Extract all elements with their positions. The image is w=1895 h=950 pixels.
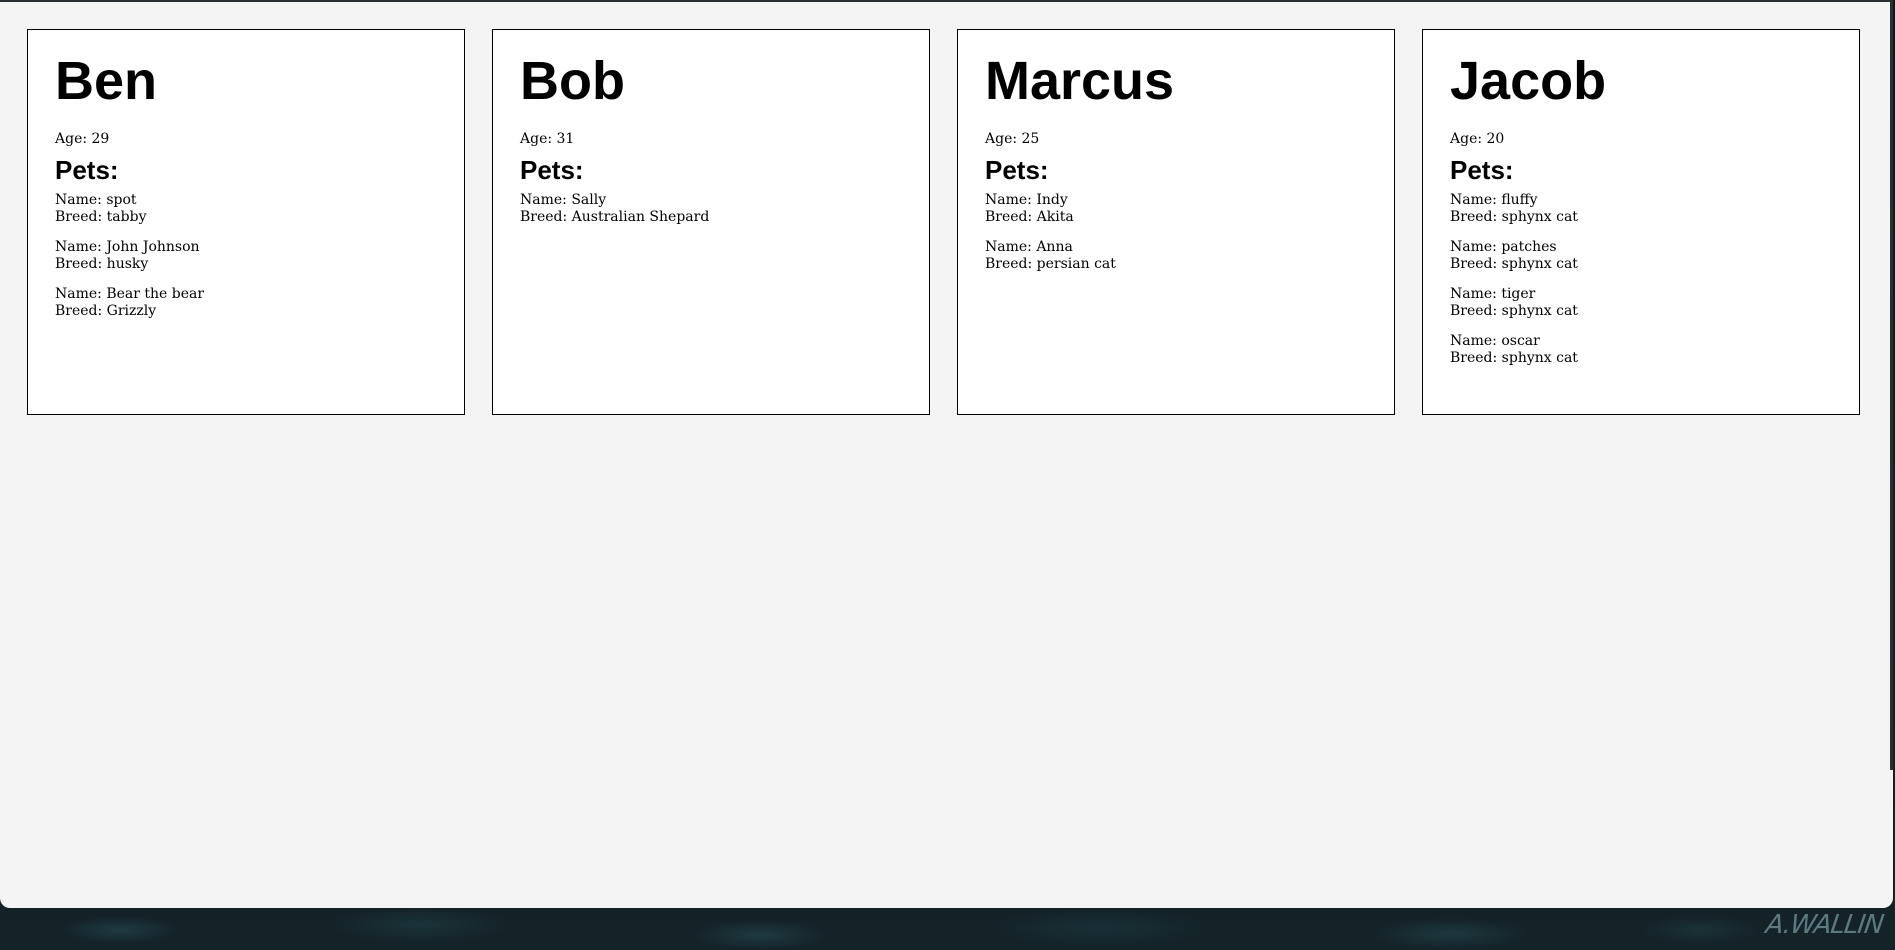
- pet-entry: Name: Bear the bear Breed: Grizzly: [55, 286, 437, 320]
- pet-entry: Name: patches Breed: sphynx cat: [1450, 239, 1832, 273]
- pet-list: Name: spot Breed: tabby Name: John Johns…: [55, 192, 437, 320]
- person-age: Age: 31: [520, 131, 575, 147]
- pet-name: Name: patches: [1450, 239, 1557, 255]
- person-name: Ben: [55, 51, 158, 111]
- pets-heading: Pets:: [1450, 155, 1514, 185]
- person-age: Age: 20: [1450, 131, 1505, 147]
- pet-name: Name: spot: [55, 192, 137, 208]
- pet-entry: Name: fluffy Breed: sphynx cat: [1450, 192, 1832, 226]
- pet-breed: Breed: Australian Shepard: [520, 209, 710, 225]
- pet-entry: Name: John Johnson Breed: husky: [55, 239, 437, 273]
- person-card-bob: Bob Age: 31 Pets: Name: Sally Breed: Aus…: [492, 29, 930, 415]
- pet-breed: Breed: husky: [55, 256, 149, 272]
- pet-breed: Breed: Akita: [985, 209, 1074, 225]
- pet-list: Name: fluffy Breed: sphynx cat Name: pat…: [1450, 192, 1832, 367]
- person-card-marcus: Marcus Age: 25 Pets: Name: Indy Breed: A…: [957, 29, 1395, 415]
- person-age: Age: 29: [55, 131, 110, 147]
- pet-entry: Name: spot Breed: tabby: [55, 192, 437, 226]
- person-card-ben: Ben Age: 29 Pets: Name: spot Breed: tabb…: [27, 29, 465, 415]
- pet-entry: Name: Anna Breed: persian cat: [985, 239, 1367, 273]
- person-age: Age: 25: [985, 131, 1040, 147]
- pet-breed: Breed: sphynx cat: [1450, 303, 1578, 319]
- wallpaper-signature: A.WALLIN: [1764, 910, 1886, 940]
- person-name: Marcus: [985, 51, 1175, 111]
- person-card-jacob: Jacob Age: 20 Pets: Name: fluffy Breed: …: [1422, 29, 1860, 415]
- pet-breed: Breed: tabby: [55, 209, 147, 225]
- window-top-edge: [0, 0, 1893, 2]
- window-right-edge: [1890, 0, 1893, 770]
- pet-breed: Breed: sphynx cat: [1450, 256, 1578, 272]
- pet-breed: Breed: sphynx cat: [1450, 209, 1578, 225]
- pet-list: Name: Sally Breed: Australian Shepard: [520, 192, 902, 226]
- pet-breed: Breed: persian cat: [985, 256, 1116, 272]
- pet-entry: Name: Indy Breed: Akita: [985, 192, 1367, 226]
- person-name: Jacob: [1450, 51, 1607, 111]
- pet-name: Name: Sally: [520, 192, 607, 208]
- pet-name: Name: Anna: [985, 239, 1073, 255]
- pet-breed: Breed: sphynx cat: [1450, 350, 1578, 366]
- pets-heading: Pets:: [520, 155, 584, 185]
- pet-name: Name: Indy: [985, 192, 1068, 208]
- pet-name: Name: oscar: [1450, 333, 1540, 349]
- pet-entry: Name: Sally Breed: Australian Shepard: [520, 192, 902, 226]
- pet-name: Name: John Johnson: [55, 239, 200, 255]
- pet-list: Name: Indy Breed: Akita Name: Anna Breed…: [985, 192, 1367, 273]
- pets-heading: Pets:: [985, 155, 1049, 185]
- pet-name: Name: fluffy: [1450, 192, 1538, 208]
- pets-heading: Pets:: [55, 155, 119, 185]
- pet-breed: Breed: Grizzly: [55, 303, 157, 319]
- pet-name: Name: Bear the bear: [55, 286, 205, 302]
- browser-page: Ben Age: 29 Pets: Name: spot Breed: tabb…: [0, 0, 1893, 908]
- pet-entry: Name: tiger Breed: sphynx cat: [1450, 286, 1832, 320]
- people-cards: Ben Age: 29 Pets: Name: spot Breed: tabb…: [27, 29, 1860, 415]
- person-name: Bob: [520, 51, 625, 111]
- pet-name: Name: tiger: [1450, 286, 1536, 302]
- pet-entry: Name: oscar Breed: sphynx cat: [1450, 333, 1832, 367]
